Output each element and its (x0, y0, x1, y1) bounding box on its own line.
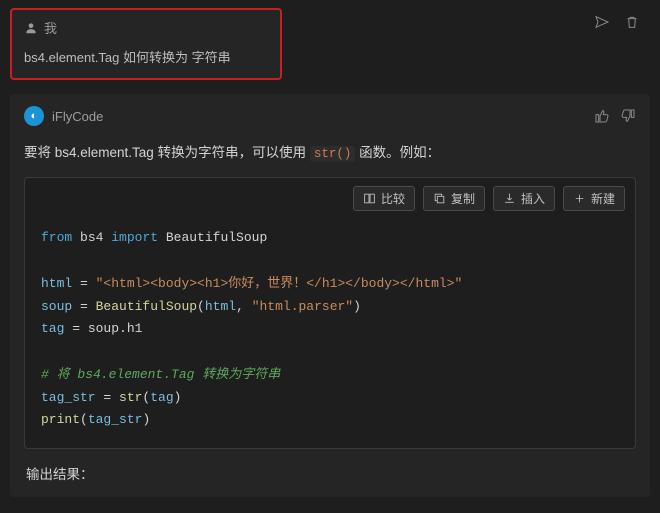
code-token: BeautifulSoup (96, 299, 197, 314)
code-token: print (41, 412, 80, 427)
code-token: soup (41, 299, 72, 314)
compare-label: 比较 (381, 190, 405, 207)
copy-button[interactable]: 复制 (423, 186, 485, 211)
code-token: tag_str (88, 412, 143, 427)
code-token: ( (197, 299, 205, 314)
code-token: tag (150, 390, 173, 405)
code-token: BeautifulSoup (158, 230, 267, 245)
assistant-header: ◐ iFlyCode (24, 106, 636, 126)
assistant-message: ◐ iFlyCode 要将 bs4.element.Tag 转换为字符串，可以使… (10, 94, 650, 497)
code-token: , (236, 299, 252, 314)
user-name: 我 (44, 18, 57, 37)
code-token: html (41, 276, 72, 291)
code-token: # 将 bs4.element.Tag 转换为字符串 (41, 367, 280, 382)
code-token: tag_str (41, 390, 96, 405)
user-message-text: bs4.element.Tag 如何转换为 字符串 (24, 47, 268, 66)
delete-icon[interactable] (624, 14, 640, 30)
code-token: bs4 (72, 230, 111, 245)
intro-text-before: 要将 bs4.element.Tag 转换为字符串，可以使用 (24, 145, 310, 160)
code-token: tag (41, 321, 64, 336)
code-token: = (72, 276, 95, 291)
new-label: 新建 (591, 190, 615, 207)
user-message: 我 bs4.element.Tag 如何转换为 字符串 (10, 8, 282, 80)
assistant-avatar-icon: ◐ (24, 106, 44, 126)
thumbs-up-icon[interactable] (594, 108, 610, 124)
code-token: = (64, 321, 87, 336)
assistant-name: iFlyCode (52, 109, 103, 124)
code-token: "<html><body><h1>你好，世界！</h1></body></htm… (96, 276, 463, 291)
code-token: soup.h1 (88, 321, 143, 336)
insert-button[interactable]: 插入 (493, 186, 555, 211)
output-label: 输出结果： (24, 463, 636, 483)
user-avatar-icon (24, 21, 38, 35)
thumbs-down-icon[interactable] (620, 108, 636, 124)
code-token: str (119, 390, 142, 405)
user-header: 我 (24, 18, 268, 37)
code-token: ) (174, 390, 182, 405)
compare-button[interactable]: 比较 (353, 186, 415, 211)
insert-label: 插入 (521, 190, 545, 207)
code-token: ) (353, 299, 361, 314)
code-content[interactable]: from bs4 import BeautifulSoup html = "<h… (25, 219, 635, 448)
new-button[interactable]: 新建 (563, 186, 625, 211)
send-icon[interactable] (594, 14, 610, 30)
chat-panel: 我 bs4.element.Tag 如何转换为 字符串 ◐ iFlyCode 要… (0, 0, 660, 497)
code-token: ) (142, 412, 150, 427)
code-token: import (111, 230, 158, 245)
code-token: = (72, 299, 95, 314)
code-token: html (205, 299, 236, 314)
code-token: = (96, 390, 119, 405)
code-token: ( (80, 412, 88, 427)
code-token: "html.parser" (252, 299, 353, 314)
copy-label: 复制 (451, 190, 475, 207)
intro-text-after: 函数。例如： (355, 145, 440, 160)
user-message-actions (594, 14, 640, 30)
code-toolbar: 比较 复制 插入 新建 (25, 178, 635, 219)
code-block: 比较 复制 插入 新建 from bs4 import BeautifulSou… (24, 177, 636, 449)
assistant-feedback-actions (594, 108, 636, 124)
inline-code-str: str() (310, 146, 356, 162)
code-token: from (41, 230, 72, 245)
assistant-intro-text: 要将 bs4.element.Tag 转换为字符串，可以使用 str() 函数。… (24, 142, 636, 165)
